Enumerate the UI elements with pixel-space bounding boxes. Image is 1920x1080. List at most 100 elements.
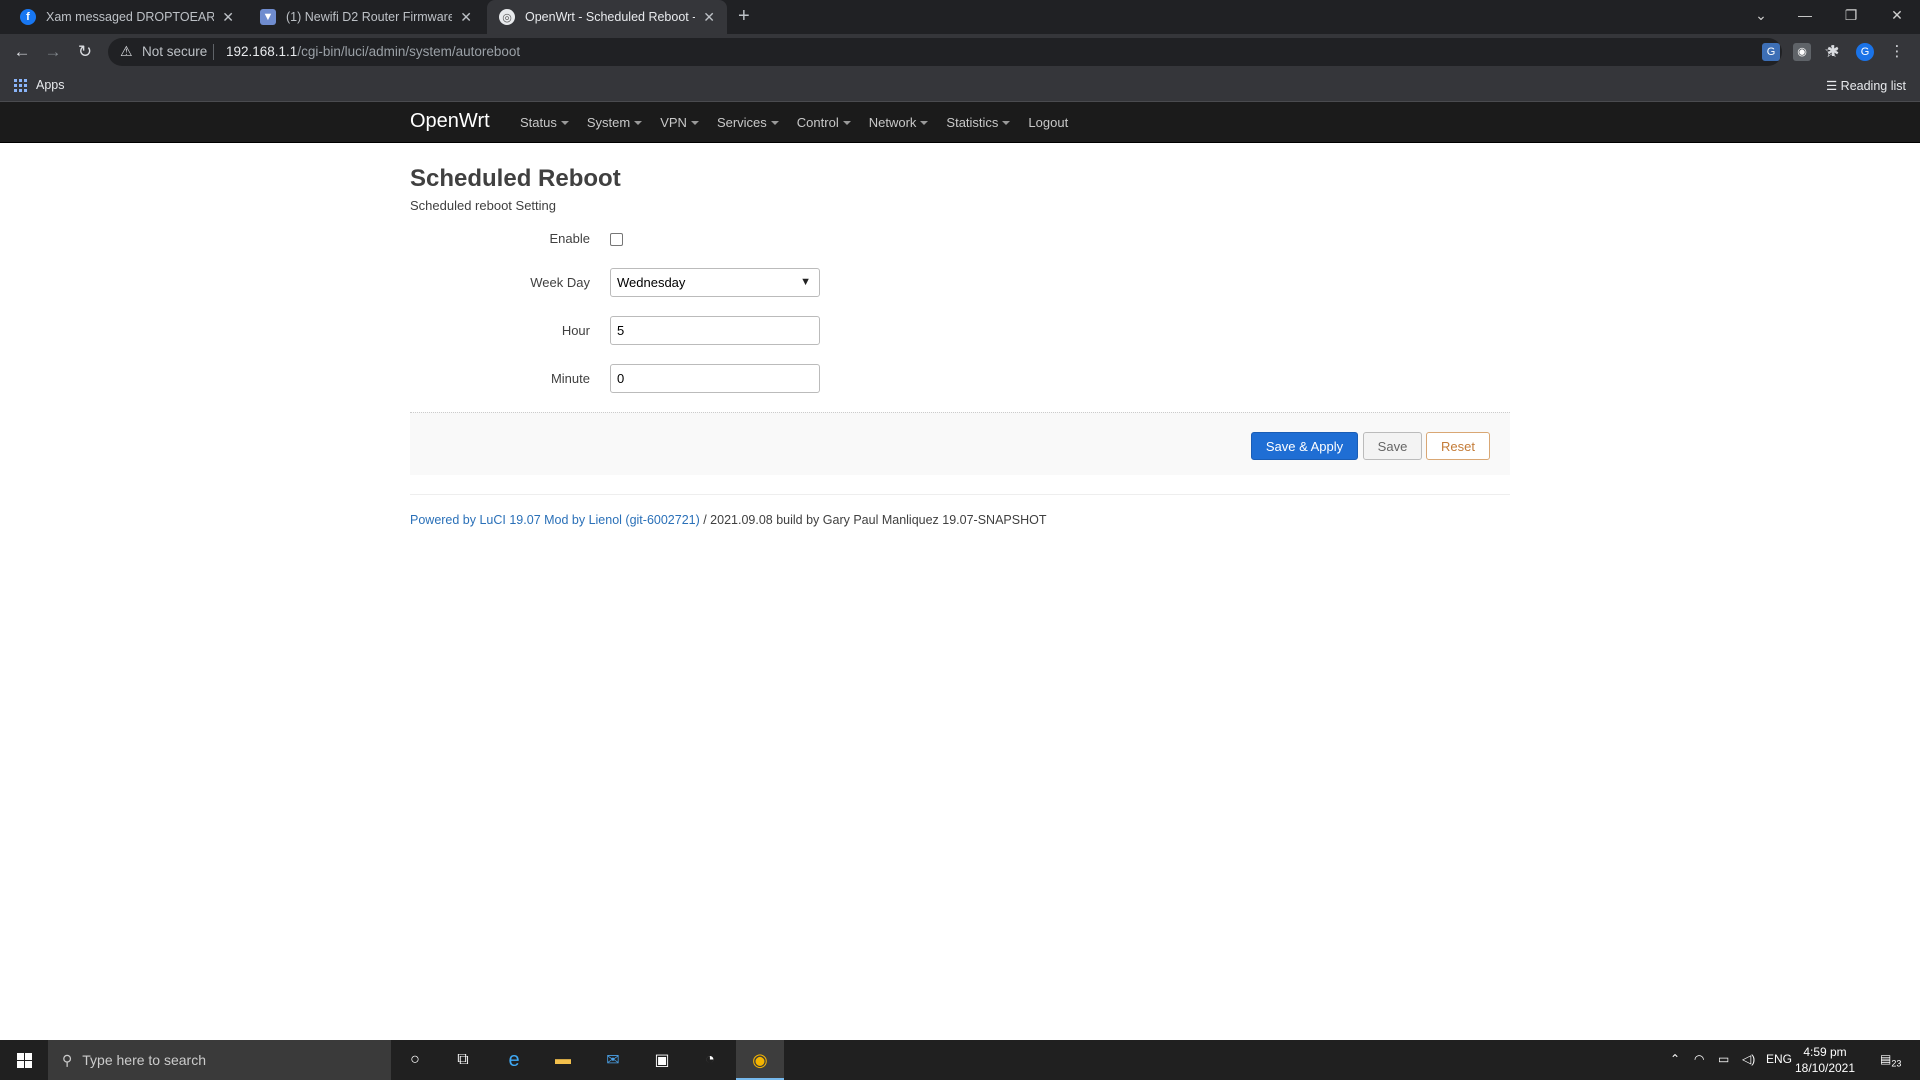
restore-icon[interactable]: ❐ [1828, 0, 1874, 30]
openwrt-navbar: OpenWrt Status System VPN Services Contr… [0, 102, 1920, 143]
clock[interactable]: 4:59 pm 18/10/2021 [1790, 1044, 1860, 1076]
not-secure-label[interactable]: Not secure [142, 44, 207, 59]
enable-checkbox[interactable] [610, 233, 623, 246]
taskbar-search[interactable]: ⚲ Type here to search [48, 1040, 391, 1080]
menu-label: System [586, 115, 631, 130]
store-icon[interactable]: ▣ [650, 1048, 674, 1072]
weekday-select[interactable]: Wednesday ▼ [610, 268, 820, 297]
translate-extension-icon[interactable]: G [1762, 43, 1780, 61]
browser-tab-1[interactable]: f Xam messaged DROPTOEARN & ✕ [8, 0, 246, 34]
save-button[interactable]: Save [1363, 432, 1422, 460]
language-indicator[interactable]: ENG [1766, 1052, 1792, 1066]
enable-label: Enable [549, 231, 590, 246]
page-title: Scheduled Reboot [410, 165, 621, 192]
hour-input[interactable]: 5 [610, 316, 820, 345]
minute-input[interactable]: 0 [610, 364, 820, 393]
caret-down-icon [634, 120, 643, 125]
caret-down-icon [770, 120, 779, 125]
windows-taskbar: ⚲ Type here to search ○ ⧉ e ▬ ✉ ▣ ◔ ◉ ⌃ … [0, 1040, 1920, 1080]
facebook-icon: f [20, 9, 36, 25]
hour-label: Hour [561, 323, 590, 338]
more-menu-icon[interactable]: ⋮ [1888, 43, 1906, 61]
edge-icon[interactable]: e [502, 1048, 526, 1072]
caret-down-icon [842, 120, 851, 125]
menu-label: Control [796, 115, 839, 130]
main-menu: Status System VPN Services Control Netwo… [520, 115, 1086, 130]
close-tab-icon[interactable]: ✕ [703, 9, 715, 26]
browser-tab-3-active[interactable]: ◎ OpenWrt - Scheduled Reboot - L ✕ [487, 0, 727, 34]
menu-services[interactable]: Services [717, 115, 779, 130]
new-tab-icon[interactable]: + [738, 5, 750, 28]
chevron-down-icon: ▼ [800, 276, 811, 288]
file-explorer-icon[interactable]: ▬ [551, 1048, 575, 1072]
reading-list-button[interactable]: ☰ Reading list [1826, 78, 1906, 93]
start-button[interactable] [0, 1040, 48, 1080]
volume-icon[interactable]: ◁) [1742, 1052, 1755, 1066]
minimize-icon[interactable]: — [1782, 0, 1828, 30]
url-text[interactable]: 192.168.1.1/cgi-bin/luci/admin/system/au… [226, 44, 520, 59]
speedometer-icon[interactable]: ◔ [698, 1048, 722, 1072]
weekday-value: Wednesday [617, 275, 686, 290]
url-path: /cgi-bin/luci/admin/system/autoreboot [297, 44, 521, 59]
menu-label: Statistics [946, 115, 999, 130]
minute-label: Minute [550, 371, 590, 386]
tray-chevron-icon[interactable]: ⌃ [1670, 1052, 1680, 1066]
address-bar[interactable]: ⚠ Not secure 192.168.1.1/cgi-bin/luci/ad… [108, 38, 1839, 66]
puzzle-extensions-icon[interactable]: ✱ [1824, 43, 1842, 61]
browser-tab-2[interactable]: ▼ (1) Newifi D2 Router Firmware | F ✕ [248, 0, 484, 34]
extension-icon[interactable]: ◉ [1793, 43, 1811, 61]
reset-button[interactable]: Reset [1426, 432, 1490, 460]
brand-logo[interactable]: OpenWrt [410, 110, 490, 133]
menu-control[interactable]: Control [797, 115, 851, 130]
menu-label: Services [716, 115, 767, 130]
notification-center-icon[interactable]: ▤23 [1880, 1052, 1901, 1068]
tab-title: (1) Newifi D2 Router Firmware | F [286, 10, 453, 24]
menu-statistics[interactable]: Statistics [946, 115, 1011, 130]
wifi-icon[interactable]: ◠ [1694, 1052, 1704, 1066]
globe-icon: ◎ [499, 9, 515, 25]
tab-search-icon[interactable]: ⌄ [1738, 0, 1784, 30]
caret-down-icon [560, 120, 569, 125]
footer-divider [410, 494, 1510, 495]
tab-title: OpenWrt - Scheduled Reboot - L [525, 10, 696, 24]
form-actions: Save & Apply Save Reset [410, 412, 1510, 475]
windows-logo-icon [16, 1052, 32, 1068]
menu-logout[interactable]: Logout [1028, 115, 1068, 130]
forward-icon[interactable]: → [41, 41, 65, 63]
close-window-icon[interactable]: ✕ [1874, 0, 1920, 30]
menu-network[interactable]: Network [869, 115, 929, 130]
back-icon[interactable]: ← [10, 41, 34, 63]
reading-list-icon: ☰ [1825, 79, 1841, 93]
apps-bookmark[interactable]: Apps [14, 78, 65, 92]
page-description: Scheduled reboot Setting [410, 198, 556, 213]
reload-icon[interactable]: ↻ [73, 41, 97, 63]
apps-label: Apps [36, 78, 65, 92]
weekday-label: Week Day [530, 275, 590, 290]
menu-label: Network [868, 115, 917, 130]
caret-down-icon [1002, 120, 1011, 125]
close-tab-icon[interactable]: ✕ [460, 9, 472, 26]
menu-label: Status [520, 115, 557, 130]
cortana-icon[interactable]: ○ [403, 1048, 427, 1072]
notification-count: 23 [1891, 1058, 1902, 1069]
mail-icon[interactable]: ✉ [601, 1048, 625, 1072]
task-view-icon[interactable]: ⧉ [451, 1048, 475, 1072]
search-placeholder: Type here to search [82, 1052, 207, 1068]
footer-build-text: / 2021.09.08 build by Gary Paul Manlique… [699, 513, 1047, 527]
luci-link[interactable]: Powered by LuCI 19.07 Mod by Lienol (git… [410, 513, 700, 527]
warning-icon: ⚠ [120, 43, 133, 59]
menu-vpn[interactable]: VPN [660, 115, 699, 130]
menu-status[interactable]: Status [520, 115, 569, 130]
browser-toolbar: ← → ↻ ⚠ Not secure 192.168.1.1/cgi-bin/l… [0, 34, 1920, 70]
tab-title: Xam messaged DROPTOEARN & [46, 10, 215, 24]
search-icon: ⚲ [62, 1051, 73, 1068]
save-apply-button[interactable]: Save & Apply [1251, 432, 1358, 460]
close-tab-icon[interactable]: ✕ [222, 9, 234, 26]
menu-system[interactable]: System [586, 115, 643, 130]
chrome-taskbar-item[interactable]: ◉ [736, 1040, 784, 1080]
caret-down-icon [690, 120, 699, 125]
clock-time: 4:59 pm [1803, 1045, 1847, 1059]
profile-avatar[interactable]: G [1856, 43, 1874, 61]
chrome-icon: ◉ [752, 1049, 768, 1070]
battery-icon[interactable]: ▭ [1718, 1052, 1729, 1066]
